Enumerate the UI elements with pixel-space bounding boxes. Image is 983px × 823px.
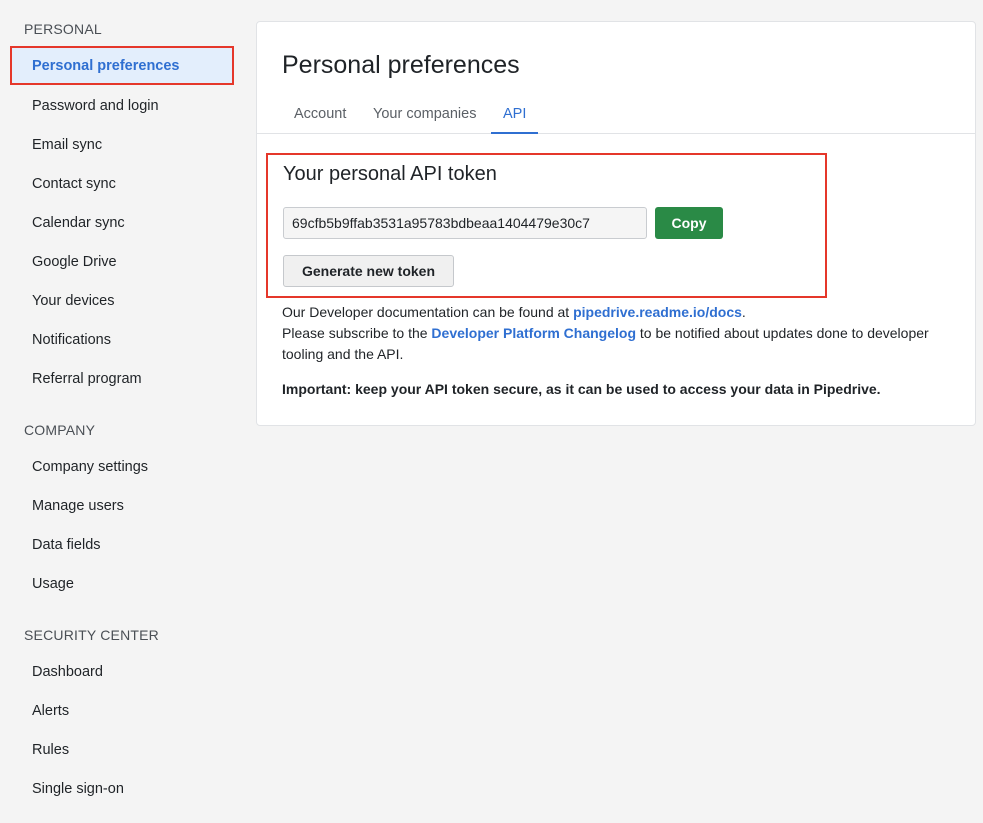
important-notice: Important: keep your API token secure, a… bbox=[282, 381, 881, 397]
docs-link[interactable]: pipedrive.readme.io/docs bbox=[573, 304, 742, 320]
sidebar-item-contact-sync[interactable]: Contact sync bbox=[10, 164, 234, 203]
sidebar-item-notifications[interactable]: Notifications bbox=[10, 320, 234, 359]
sidebar: PERSONAL Personal preferences Password a… bbox=[0, 0, 240, 823]
subscribe-text: Please subscribe to the bbox=[282, 325, 432, 341]
tab-api[interactable]: API bbox=[491, 94, 539, 134]
docs-text: Our Developer documentation can be found… bbox=[282, 304, 574, 320]
sidebar-item-data-fields[interactable]: Data fields bbox=[10, 525, 234, 564]
sidebar-item-google-drive[interactable]: Google Drive bbox=[10, 242, 234, 281]
docs-end: . bbox=[741, 304, 746, 320]
tab-account[interactable]: Account bbox=[292, 94, 348, 134]
sidebar-item-manage-users[interactable]: Manage users bbox=[10, 486, 234, 525]
developer-info: Our Developer documentation can be found… bbox=[282, 302, 942, 365]
api-token-heading: Your personal API token bbox=[283, 163, 497, 185]
sidebar-item-alerts[interactable]: Alerts bbox=[10, 691, 234, 730]
sidebar-item-single-sign-on[interactable]: Single sign-on bbox=[10, 769, 234, 808]
sidebar-item-usage[interactable]: Usage bbox=[10, 564, 234, 603]
docs-line: Our Developer documentation can be found… bbox=[282, 302, 942, 323]
generate-new-token-button[interactable]: Generate new token bbox=[283, 255, 454, 287]
changelog-link[interactable]: Developer Platform Changelog bbox=[431, 325, 636, 341]
section-title-personal: PERSONAL bbox=[24, 21, 102, 37]
sidebar-item-email-sync[interactable]: Email sync bbox=[10, 125, 234, 164]
sidebar-item-dashboard[interactable]: Dashboard bbox=[10, 652, 234, 691]
sidebar-item-calendar-sync[interactable]: Calendar sync bbox=[10, 203, 234, 242]
sidebar-item-referral-program[interactable]: Referral program bbox=[10, 359, 234, 398]
settings-page: PERSONAL Personal preferences Password a… bbox=[0, 0, 983, 823]
tab-bar: Account Your companies API bbox=[257, 94, 975, 134]
subscribe-line: Please subscribe to the Developer Platfo… bbox=[282, 323, 942, 365]
tab-your-companies[interactable]: Your companies bbox=[371, 94, 478, 134]
api-token-field[interactable] bbox=[283, 207, 647, 239]
sidebar-item-company-settings[interactable]: Company settings bbox=[10, 447, 234, 486]
api-token-section: Your personal API token Copy Generate ne… bbox=[266, 153, 827, 298]
sidebar-item-password-and-login[interactable]: Password and login bbox=[10, 86, 234, 125]
page-title: Personal preferences bbox=[282, 51, 520, 79]
copy-button[interactable]: Copy bbox=[655, 207, 723, 239]
sidebar-item-rules[interactable]: Rules bbox=[10, 730, 234, 769]
main-panel: Personal preferences Account Your compan… bbox=[256, 21, 976, 426]
section-title-security-center: SECURITY CENTER bbox=[24, 627, 159, 643]
section-title-company: COMPANY bbox=[24, 422, 96, 438]
sidebar-item-personal-preferences[interactable]: Personal preferences bbox=[10, 46, 234, 85]
sidebar-item-your-devices[interactable]: Your devices bbox=[10, 281, 234, 320]
